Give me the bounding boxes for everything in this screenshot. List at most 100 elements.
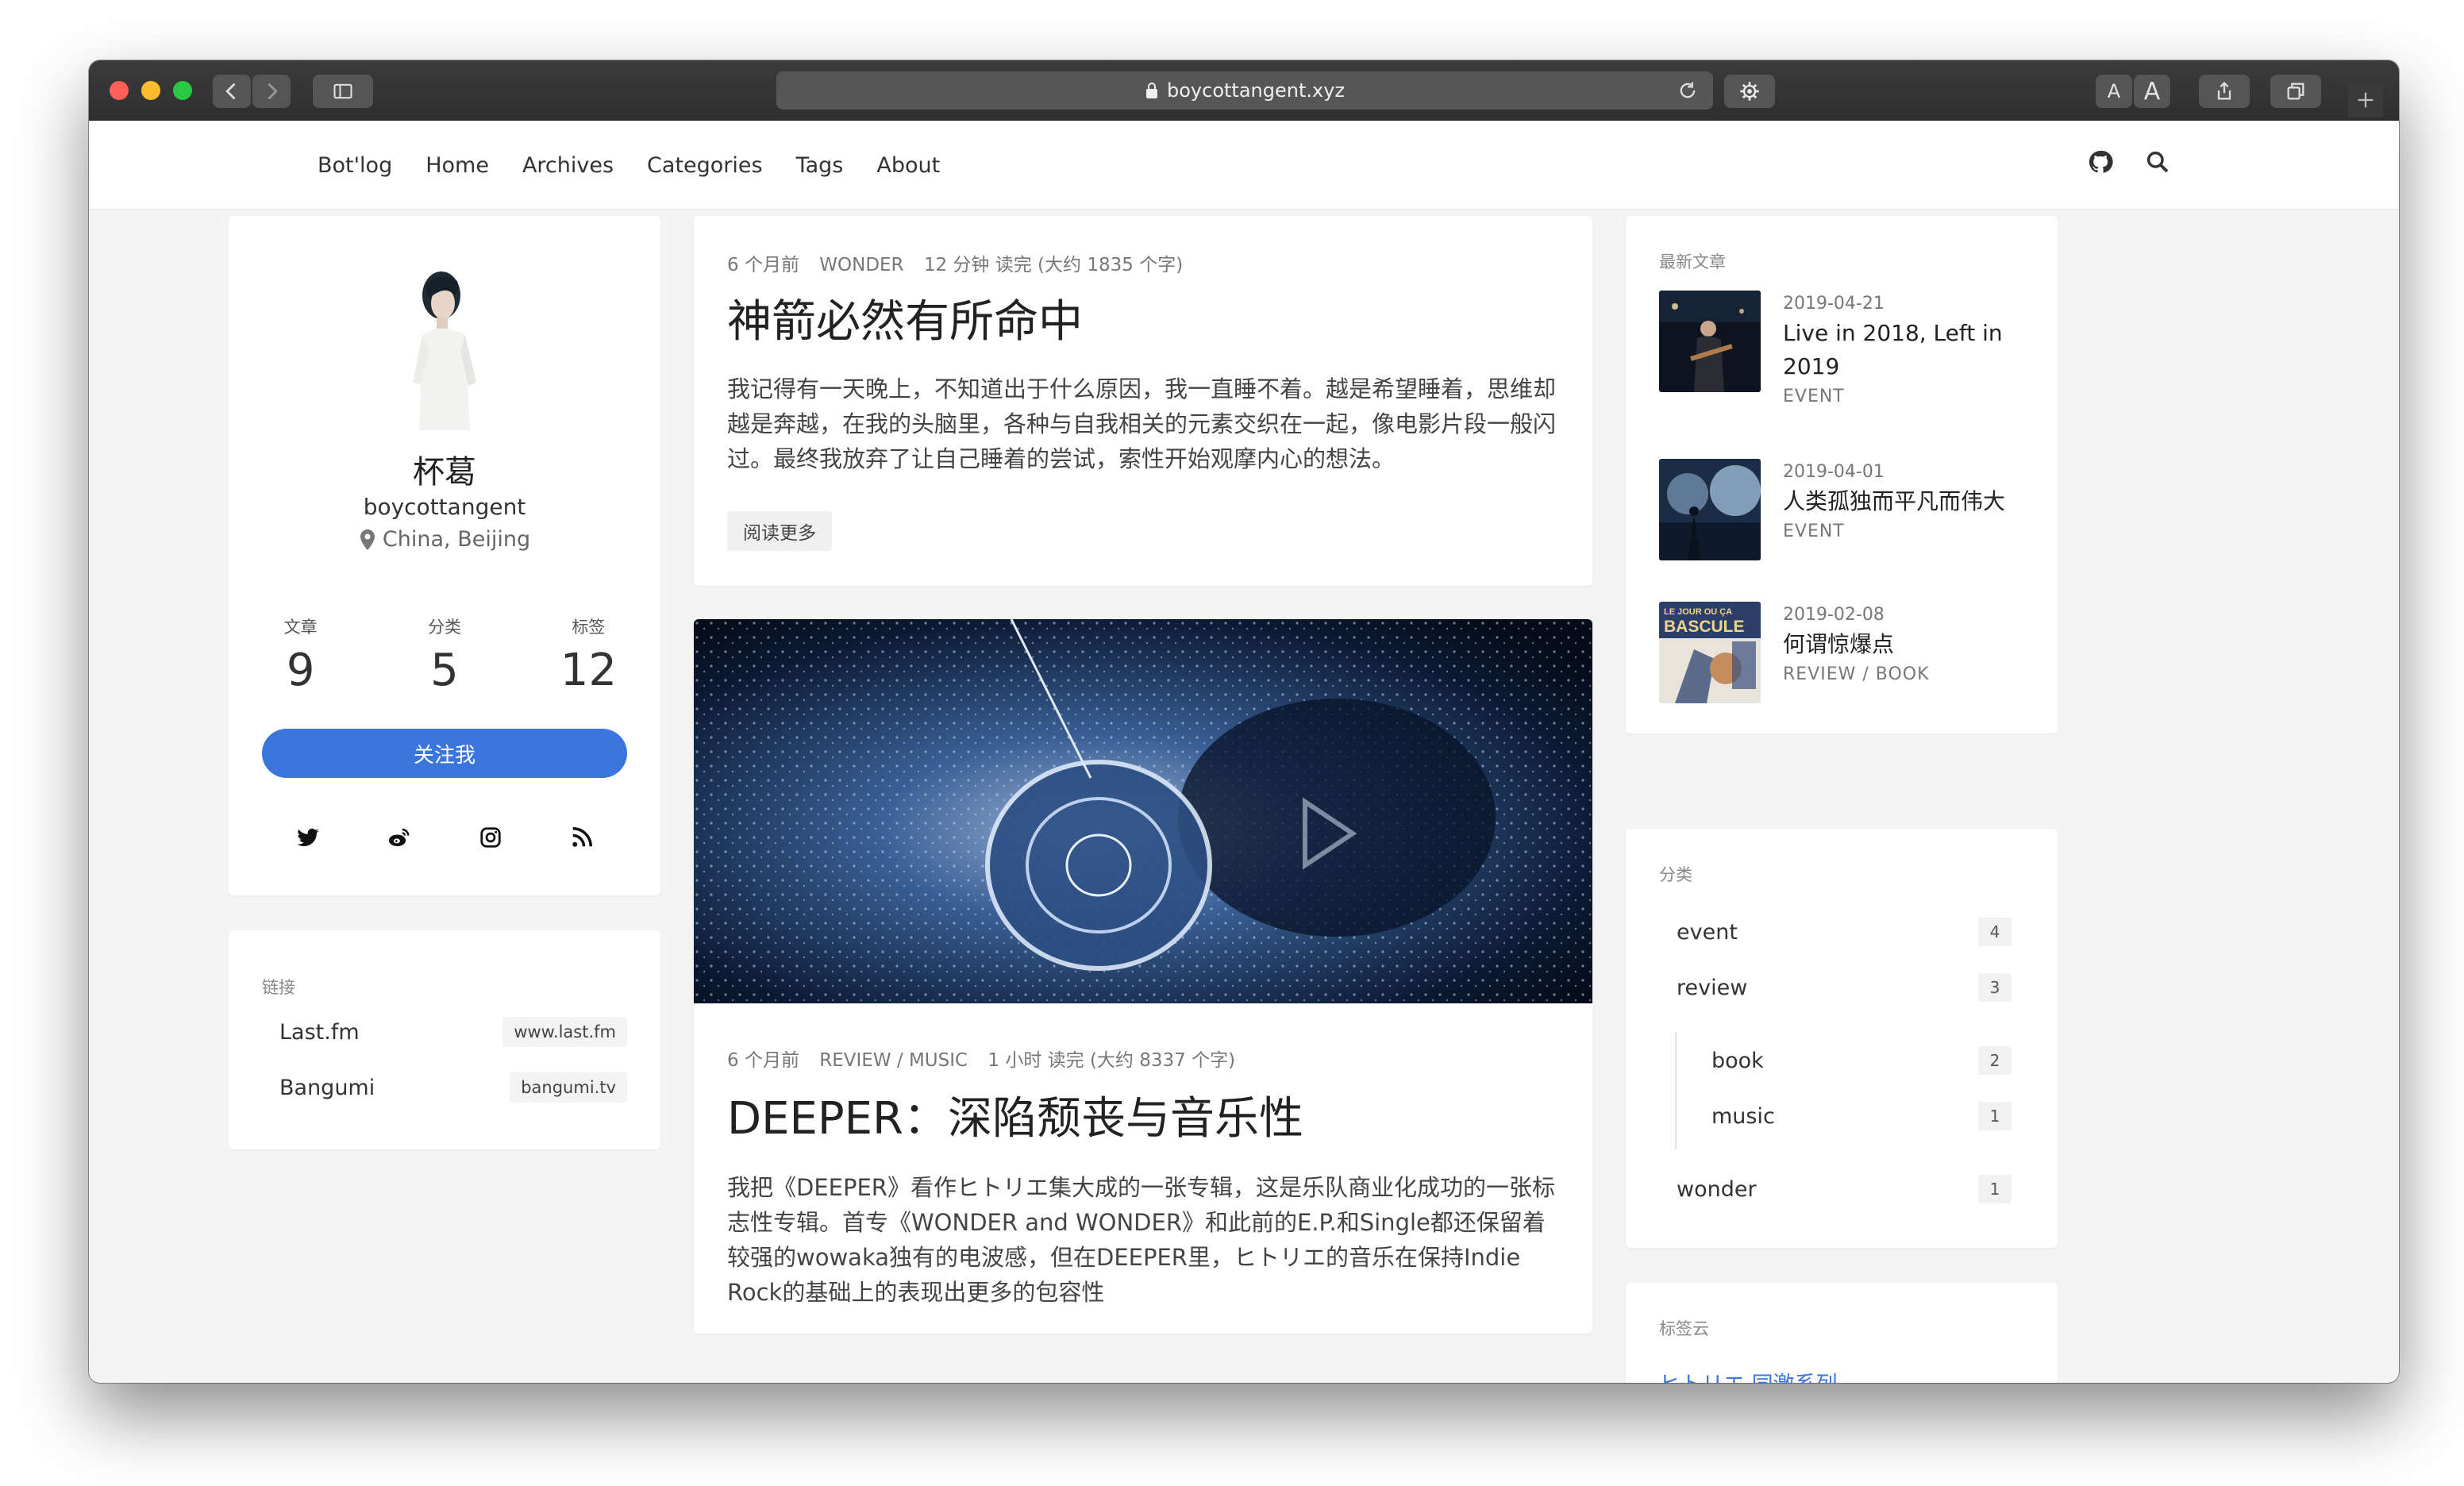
recent-post-item[interactable]: 2019-04-01 人类孤独而平凡而伟大 EVENT <box>1659 459 2032 562</box>
category-item-event[interactable]: event 4 <box>1659 914 2012 949</box>
tag-cloud-card: 标签云 ヒトリエ 同激系列 <box>1626 1283 2058 1383</box>
extension-button[interactable] <box>1724 75 1775 108</box>
tabs-overview-button[interactable] <box>2270 75 2321 108</box>
post-card: 6 个月前 REVIEW / MUSIC 1 小时 读完 (大约 8337 个字… <box>694 619 1592 1334</box>
close-window-button[interactable] <box>110 81 129 100</box>
category-name: event <box>1677 919 1738 945</box>
nav-categories[interactable]: Categories <box>647 153 763 178</box>
minimize-window-button[interactable] <box>141 81 160 100</box>
address-bar[interactable]: boycottangent.xyz <box>776 71 1713 110</box>
back-button[interactable] <box>213 75 251 108</box>
recent-post-item[interactable]: LE JOUR OU ÇA BASCULE 2019-02-08 何谓惊爆点 R… <box>1659 602 2032 705</box>
category-count: 2 <box>1978 1046 2012 1075</box>
recent-post-info: 2019-04-01 人类孤独而平凡而伟大 EVENT <box>1783 462 2029 541</box>
twitter-icon[interactable] <box>296 826 320 849</box>
social-links <box>262 826 627 849</box>
recent-post-title[interactable]: 何谓惊爆点 <box>1783 628 2029 661</box>
plus-icon <box>2358 92 2374 108</box>
categories-title: 分类 <box>1659 865 1692 884</box>
stat-label: 分类 <box>427 618 461 637</box>
new-tab-button[interactable] <box>2348 83 2383 117</box>
avatar <box>413 271 476 430</box>
post-title[interactable]: DEEPER：深陷颓丧与音乐性 <box>727 1083 1303 1147</box>
profile-name: 杯葛 <box>413 454 476 491</box>
location-pin-icon <box>360 529 375 550</box>
url-text: boycottangent.xyz <box>1167 79 1345 102</box>
forward-button[interactable] <box>252 75 291 108</box>
link-name: Bangumi <box>279 1075 375 1100</box>
recent-post-category[interactable]: REVIEW / BOOK <box>1783 664 2029 684</box>
post-cover-image[interactable] <box>694 619 1592 1003</box>
recent-post-info: 2019-04-21 Live in 2018, Left in 2019 EV… <box>1783 294 2029 406</box>
nav-brand[interactable]: Bot'log <box>318 153 392 178</box>
post-time: 6 个月前 <box>727 1050 799 1071</box>
post-reading-time: 1 小时 读完 (大约 8337 个字) <box>988 1050 1236 1071</box>
tag-cloud-tags[interactable]: ヒトリエ 同激系列 <box>1659 1367 1838 1383</box>
category-item-music[interactable]: music 1 <box>1694 1099 2012 1134</box>
category-item-wonder[interactable]: wonder 1 <box>1659 1172 2012 1207</box>
profile-location-text: China, Beijing <box>382 527 531 552</box>
category-name: wonder <box>1677 1176 1757 1202</box>
nav-tags[interactable]: Tags <box>796 153 844 178</box>
recent-post-category[interactable]: EVENT <box>1783 522 2029 541</box>
browser-titlebar: boycottangent.xyz A A <box>89 60 2399 121</box>
github-icon[interactable] <box>2088 149 2113 175</box>
post-category[interactable]: WONDER <box>819 255 903 275</box>
category-item-review[interactable]: review 3 <box>1659 970 2012 1005</box>
recent-post-thumbnail <box>1659 291 1761 392</box>
recent-post-item[interactable]: 2019-04-21 Live in 2018, Left in 2019 EV… <box>1659 291 2032 425</box>
sidebar-icon <box>333 83 352 99</box>
category-count: 4 <box>1978 918 2012 946</box>
nav-about[interactable]: About <box>876 153 940 178</box>
stat-label: 标签 <box>572 618 606 637</box>
links-card: 链接 Last.fm www.last.fm Bangumi bangumi.t… <box>229 930 660 1149</box>
categories-card: 分类 event 4 review 3 book 2 music 1 wonde… <box>1626 829 2058 1248</box>
post-title[interactable]: 神箭必然有所命中 <box>727 286 1083 350</box>
stat-value: 9 <box>286 645 315 696</box>
read-more-button[interactable]: 阅读更多 <box>727 511 832 551</box>
profile-card: 杯葛 boycottangent China, Beijing 文章 9 分类 … <box>229 216 660 895</box>
search-icon[interactable] <box>2145 149 2170 175</box>
sidebar-toggle-button[interactable] <box>313 75 373 108</box>
link-item-bangumi[interactable]: Bangumi bangumi.tv <box>262 1068 627 1107</box>
weibo-icon[interactable] <box>387 826 411 849</box>
recent-post-category[interactable]: EVENT <box>1783 387 2029 406</box>
link-badge: www.last.fm <box>502 1017 627 1047</box>
link-item-lastfm[interactable]: Last.fm www.last.fm <box>262 1013 627 1051</box>
category-count: 1 <box>1978 1175 2012 1203</box>
category-count: 1 <box>1978 1102 2012 1130</box>
category-name: book <box>1711 1048 1764 1073</box>
browser-window: boycottangent.xyz A A Bot'log Home Archi… <box>89 60 2399 1383</box>
nav-icons <box>2088 149 2170 175</box>
font-larger-button[interactable]: A <box>2134 75 2170 108</box>
post-card: 6 个月前 WONDER 12 分钟 读完 (大约 1835 个字) 神箭必然有… <box>694 216 1592 586</box>
follow-button[interactable]: 关注我 <box>262 729 627 778</box>
nav-archives[interactable]: Archives <box>522 153 614 178</box>
instagram-icon[interactable] <box>479 826 502 849</box>
share-button[interactable] <box>2199 75 2250 108</box>
post-reading-time: 12 分钟 读完 (大约 1835 个字) <box>923 255 1184 275</box>
stat-categories[interactable]: 分类 5 <box>372 614 516 696</box>
stat-value: 5 <box>430 645 459 696</box>
reload-icon[interactable] <box>1677 79 1699 102</box>
recent-post-thumbnail <box>1659 459 1761 560</box>
stat-tags[interactable]: 标签 12 <box>517 614 660 696</box>
recent-post-title[interactable]: Live in 2018, Left in 2019 <box>1783 317 2029 383</box>
font-smaller-button[interactable]: A <box>2096 75 2132 108</box>
category-item-book[interactable]: book 2 <box>1694 1043 2012 1078</box>
recent-posts-card: 最新文章 2019-04-21 Live in 2018, Left in 20… <box>1626 216 2058 733</box>
tag-cloud-title: 标签云 <box>1659 1319 1709 1338</box>
post-time: 6 个月前 <box>727 255 799 275</box>
stat-articles[interactable]: 文章 9 <box>229 614 372 696</box>
site-navbar: Bot'log Home Archives Categories Tags Ab… <box>89 121 2399 210</box>
rss-icon[interactable] <box>570 826 594 849</box>
recent-post-title[interactable]: 人类孤独而平凡而伟大 <box>1783 485 2029 518</box>
link-badge: bangumi.tv <box>510 1072 627 1103</box>
nav-home[interactable]: Home <box>425 153 489 178</box>
chevron-right-icon <box>268 83 278 100</box>
zoom-window-button[interactable] <box>173 81 192 100</box>
gear-icon <box>1740 82 1759 101</box>
post-category[interactable]: REVIEW / MUSIC <box>819 1050 968 1071</box>
category-name: music <box>1711 1103 1775 1129</box>
profile-location: China, Beijing <box>229 527 660 552</box>
